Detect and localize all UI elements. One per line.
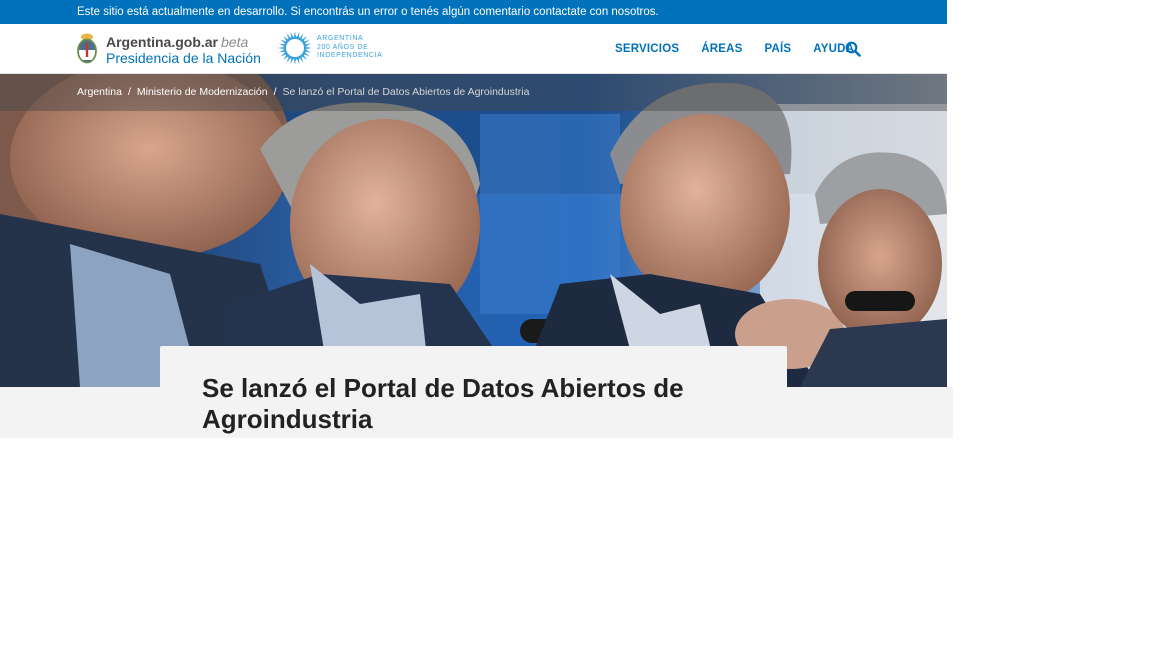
- bicentennial-label: ARGENTINA 200 AÑOS DE INDEPENDENCIA: [317, 35, 397, 61]
- site-header: Argentina.gob.ar beta Presidencia de la N…: [0, 24, 947, 74]
- nav-pais[interactable]: PAÍS: [765, 43, 792, 55]
- breadcrumb: Argentina / Ministerio de Modernización / Se…: [77, 86, 529, 98]
- nav-servicios[interactable]: SERVICIOS: [615, 43, 679, 55]
- site-logo[interactable]: Argentina.gob.ar beta Presidencia de la N…: [76, 31, 276, 67]
- breadcrumb-current: Se lanzó el Portal de Datos Abiertos de …: [282, 86, 530, 98]
- development-notice-text[interactable]: Este sitio está actualmente en desarroll…: [77, 6, 659, 18]
- article-title: Se lanzó el Portal de Datos Abiertos de …: [202, 373, 684, 434]
- presidencia-label: Presidencia de la Nación: [106, 50, 261, 66]
- breadcrumb-ministerio[interactable]: Ministerio de Modernización: [137, 86, 268, 98]
- beta-label: beta: [221, 34, 249, 50]
- bicentennial-line: ARGENTINA: [317, 35, 364, 42]
- main-nav: SERVICIOS ÁREAS PAÍS AYUDA: [615, 24, 876, 74]
- search-icon[interactable]: [845, 41, 861, 57]
- page: Este sitio está actualmente en desarroll…: [0, 0, 953, 438]
- brand-name: Argentina.gob.ar beta: [106, 34, 248, 50]
- breadcrumb-argentina[interactable]: Argentina: [77, 86, 122, 98]
- press-conference-photo: [0, 74, 947, 387]
- bicentennial-line: 200 AÑOS DE: [317, 43, 369, 51]
- development-notice-bar[interactable]: Este sitio está actualmente en desarroll…: [0, 0, 947, 24]
- bicentennial-line: INDEPENDENCIA: [317, 52, 383, 59]
- hero-image: [0, 74, 947, 387]
- nav-areas[interactable]: ÁREAS: [701, 43, 742, 55]
- brand-text: Argentina.gob.ar: [106, 34, 219, 50]
- breadcrumb-separator: /: [127, 86, 131, 98]
- bicentennial-sun-icon: [278, 31, 312, 65]
- breadcrumb-bar: Argentina / Ministerio de Modernización / Se…: [0, 74, 947, 111]
- breadcrumb-separator: /: [273, 86, 277, 98]
- article-header-card: Se lanzó el Portal de Datos Abiertos de …: [160, 346, 787, 438]
- coat-of-arms-icon: [77, 33, 97, 64]
